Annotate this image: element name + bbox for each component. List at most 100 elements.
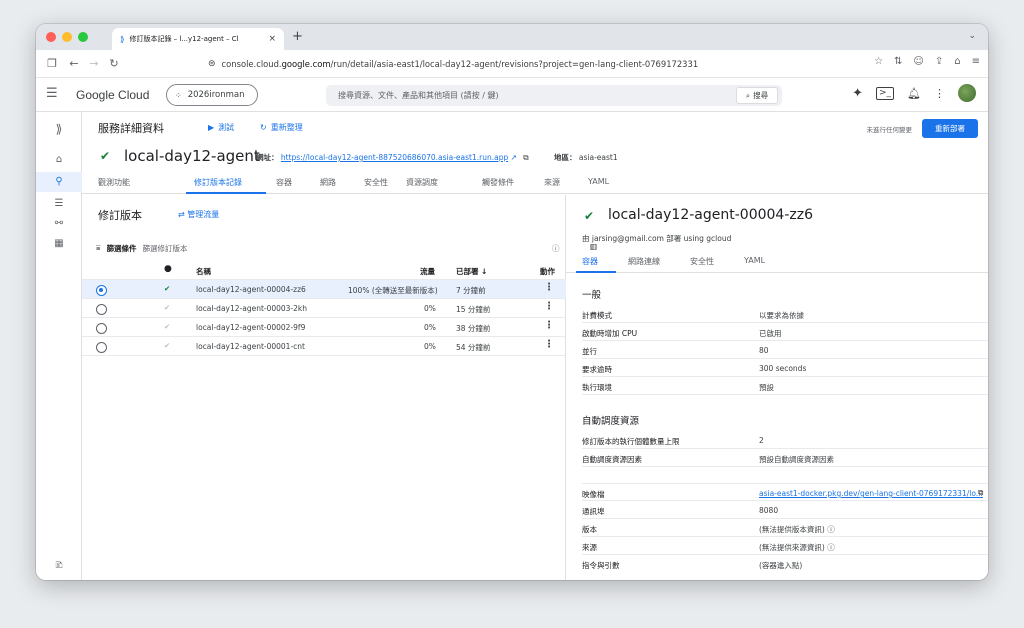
tab-scaling[interactable]: 資源調度: [406, 177, 438, 188]
copy-image-icon[interactable]: ⧉: [978, 488, 983, 498]
tab-networking[interactable]: 網路: [320, 177, 336, 188]
table-row[interactable]: ✔ local-day12-agent-00001-cnt 0% 54 分鐘前 …: [82, 337, 566, 356]
tab-triggers[interactable]: 觸發條件: [482, 177, 514, 188]
integrations-icon[interactable]: ⚯: [36, 218, 82, 229]
search-button[interactable]: ⌕ 搜尋: [736, 87, 778, 104]
column-deployed[interactable]: 已部署 ↓: [456, 266, 487, 277]
container-row: 來源 (無法提供來源資訊) ⓘ: [582, 537, 988, 555]
forward-icon[interactable]: →: [86, 57, 102, 70]
help-icon[interactable]: ⓘ: [827, 543, 835, 552]
column-name[interactable]: 名稱: [196, 266, 211, 277]
redeploy-button[interactable]: 重新部署: [922, 119, 978, 138]
avatar[interactable]: [958, 84, 976, 102]
back-icon[interactable]: ←: [66, 57, 82, 70]
test-button[interactable]: ▶ 測試: [208, 122, 234, 133]
revision-ok-icon: ✔: [164, 322, 171, 331]
scaling-section-title: 自動調度資源: [582, 416, 640, 427]
project-picker[interactable]: ⁘ 2026ironman: [166, 84, 258, 106]
copy-url-icon[interactable]: ⧉: [523, 153, 528, 162]
tab-revisions[interactable]: 修訂版本記錄: [194, 177, 242, 188]
service-region: 地區： asia-east1: [554, 152, 618, 163]
table-row[interactable]: ✔ local-day12-agent-00003-2kh 0% 15 分鐘前 …: [82, 299, 566, 318]
service-summary: ✔ local-day12-agent 網址： https://local-da…: [82, 146, 988, 168]
service-url-link[interactable]: https://local-day12-agent-887520686070.a…: [281, 153, 508, 162]
revision-ok-icon: ✔: [164, 341, 171, 350]
search-input[interactable]: 搜尋資源、文件、產品和其他項目 (請按 / 鍵) ⌕ 搜尋: [326, 85, 782, 106]
tab-detail-containers[interactable]: 容器: [582, 256, 598, 267]
bookmark-star-icon[interactable]: ☆: [874, 56, 883, 67]
minimize-window-button[interactable]: [62, 32, 72, 42]
services-icon[interactable]: ⚲: [36, 172, 82, 192]
tab-title: 修訂版本記錄 – l...y12-agent – Cl: [129, 35, 239, 43]
tab-yaml[interactable]: YAML: [588, 177, 609, 186]
share-icon[interactable]: ⇪: [935, 56, 943, 67]
table-row[interactable]: ✔ local-day12-agent-00002-9f9 0% 38 分鐘前 …: [82, 318, 566, 337]
address-bar[interactable]: ⊜ console.cloud.google.com/run/detail/as…: [208, 53, 828, 75]
row-actions-icon[interactable]: ⋮: [544, 320, 554, 331]
sidebar-toggle-icon[interactable]: ❐: [44, 57, 60, 70]
filter-bar: ⩸ 篩選條件 篩選修訂版本 ⓘ ▥: [96, 239, 597, 257]
page-title: 服務詳細資料: [98, 122, 164, 135]
revisions-table: ● 名稱 流量 已部署 ↓ 動作 ✔ local-day12-agent-000…: [82, 261, 566, 356]
revision-radio[interactable]: [96, 323, 107, 334]
general-row: 計費模式 以要求為依據: [582, 305, 988, 323]
extension-icon[interactable]: ⇅: [894, 56, 902, 67]
filter-input[interactable]: 篩選修訂版本: [143, 243, 188, 254]
region-value: asia-east1: [578, 153, 618, 162]
list-icon[interactable]: ☰: [36, 198, 82, 209]
image-link[interactable]: asia-east1-docker.pkg.dev/gen-lang-clien…: [759, 489, 983, 498]
scaling-row: 修訂版本的執行個體數量上限 2: [582, 431, 988, 449]
revision-traffic: 0%: [424, 304, 436, 313]
tab-containers[interactable]: 容器: [276, 177, 292, 188]
tab-detail-yaml[interactable]: YAML: [744, 256, 765, 265]
home-icon[interactable]: ⌂: [36, 154, 82, 165]
row-actions-icon[interactable]: ⋮: [544, 339, 554, 350]
revision-detail-name: local-day12-agent-00004-zz6: [608, 207, 813, 223]
expand-nav-icon[interactable]: ⟫: [36, 122, 82, 136]
container-row: 指令與引數 (容器進入點): [582, 561, 803, 570]
close-tab-icon[interactable]: ×: [268, 34, 276, 44]
revision-radio[interactable]: [96, 304, 107, 315]
domains-icon[interactable]: ▦: [36, 238, 82, 249]
tab-source[interactable]: 來源: [544, 177, 560, 188]
cloud-icon[interactable]: ⌂: [954, 56, 960, 67]
reload-icon[interactable]: ↻: [106, 57, 122, 70]
tab-detail-networking[interactable]: 網路連線: [628, 256, 660, 267]
filter-label: 篩選條件: [106, 243, 137, 253]
browser-toolbar-actions: ☆ ⇅ ☺ ⇪ ⌂ ≡: [874, 56, 980, 67]
google-cloud-logo[interactable]: Google Cloud: [76, 88, 149, 102]
tab-detail-security[interactable]: 安全性: [690, 256, 714, 267]
cloud-shell-icon[interactable]: >_: [875, 86, 895, 100]
gemini-icon[interactable]: ✦: [852, 86, 863, 101]
browser-menu-icon[interactable]: ≡: [972, 56, 980, 67]
refresh-button[interactable]: ↻ 重新整理: [260, 122, 303, 133]
external-link-icon[interactable]: ↗: [511, 153, 517, 162]
browser-tab[interactable]: ⟫ 修訂版本記錄 – l...y12-agent – Cl ×: [112, 28, 284, 50]
revisions-panel: 修訂版本 ⇄ 管理流量 ⩸ 篩選條件 篩選修訂版本 ⓘ ▥ ● 名稱 流量 已部…: [82, 195, 597, 580]
zoom-window-button[interactable]: [78, 32, 88, 42]
general-row: 執行環境 預設: [582, 377, 988, 395]
refresh-icon: ↻: [260, 123, 267, 132]
main-menu-icon[interactable]: ☰: [46, 86, 58, 101]
new-tab-button[interactable]: +: [292, 29, 303, 44]
column-traffic[interactable]: 流量: [420, 266, 435, 277]
table-row[interactable]: ✔ local-day12-agent-00004-zz6 100% (全轉送至…: [82, 280, 566, 299]
revision-radio[interactable]: [96, 285, 107, 296]
site-info-icon[interactable]: ⊜: [208, 59, 216, 69]
profile-icon[interactable]: ☺: [913, 56, 923, 67]
tab-observability[interactable]: 觀測功能: [98, 177, 130, 188]
manage-traffic-button[interactable]: ⇄ 管理流量: [178, 209, 219, 220]
revision-radio[interactable]: [96, 342, 107, 353]
region-label: 地區：: [554, 153, 577, 162]
close-window-button[interactable]: [46, 32, 56, 42]
help-icon[interactable]: ⓘ: [552, 243, 560, 254]
tab-security[interactable]: 安全性: [364, 177, 388, 188]
row-actions-icon[interactable]: ⋮: [544, 301, 554, 312]
release-notes-icon[interactable]: 🗈︎: [36, 558, 82, 575]
header-actions: ✦ >_ 🔔︎ ⋮: [852, 84, 976, 102]
row-actions-icon[interactable]: ⋮: [544, 282, 554, 293]
help-icon[interactable]: ⓘ: [827, 525, 835, 534]
tab-list-chevron-icon[interactable]: ⌄: [968, 31, 976, 41]
notifications-bell-icon[interactable]: 🔔︎: [907, 87, 921, 100]
more-options-icon[interactable]: ⋮: [934, 87, 945, 100]
